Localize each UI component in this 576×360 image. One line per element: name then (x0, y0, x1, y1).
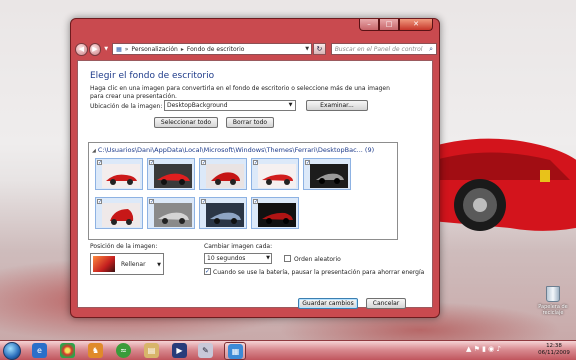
wallpaper-thumbnail[interactable]: ✓ (251, 197, 299, 229)
location-select[interactable]: DesktopBackground ▼ (164, 100, 296, 111)
change-interval-select[interactable]: 10 segundos ▼ (204, 253, 272, 264)
thumbnail-image (206, 203, 244, 227)
location-label: Ubicación de la imagen: (90, 103, 163, 110)
forward-button[interactable]: ▶ (88, 42, 102, 56)
spotify-icon[interactable]: ≈ (116, 343, 131, 358)
close-button[interactable]: ✕ (399, 19, 433, 31)
wallpaper-thumbnail[interactable]: ✓ (147, 197, 195, 229)
chevron-down-icon: ▼ (157, 262, 161, 268)
image-gallery: ◢ C:\Usuarios\Dani\AppData\Local\Microsof… (88, 142, 398, 240)
thumbnail-image (154, 164, 192, 188)
wallpaper-thumbnail[interactable]: ✓ (251, 158, 299, 190)
position-preview-icon (93, 256, 115, 272)
thumbnail-image (310, 164, 348, 188)
shuffle-checkbox[interactable] (284, 255, 291, 262)
search-icon[interactable]: ⌕ (429, 45, 433, 54)
breadcrumb-fondo[interactable]: Fondo de escritorio (187, 46, 245, 53)
thumbnail-image (258, 164, 296, 188)
page-description: Haga clic en una imagen para convertirla… (90, 85, 390, 100)
taskbar: e ♞ ≈ ▤ ▶ ✎ ▦ ▲ ⚑ ▮ ◉ ♪ 12:38 06/11/2009 (0, 340, 576, 360)
wallpaper-thumbnail[interactable]: ✓ (95, 158, 143, 190)
breadcrumb-personalizacion[interactable]: Personalización (131, 46, 177, 53)
content-pane: Elegir el fondo de escritorio Haga clic … (77, 60, 433, 309)
page-title: Elegir el fondo de escritorio (90, 71, 215, 81)
media-icon[interactable]: ▶ (172, 343, 187, 358)
wallpaper-thumbnail[interactable]: ✓ (95, 197, 143, 229)
thumbnail-image (258, 203, 296, 227)
change-interval-value: 10 segundos (207, 255, 246, 262)
title-bar[interactable]: – □ ✕ (71, 19, 439, 33)
notepad-icon[interactable]: ✎ (198, 343, 213, 358)
change-interval-label: Cambiar imagen cada: (204, 243, 273, 250)
ie-icon[interactable]: e (32, 343, 47, 358)
control-panel-window: – □ ✕ ◀ ▶ ▼ ▦ » Personalización ▸ Fondo … (70, 18, 440, 318)
breadcrumb-separator: » (124, 45, 129, 53)
clock-time: 12:38 (546, 343, 562, 349)
battery-label: Cuando se use la batería, pausar la pres… (213, 269, 425, 276)
start-button[interactable] (3, 342, 21, 360)
folder-path[interactable]: ◢ C:\Usuarios\Dani\AppData\Local\Microsof… (92, 146, 374, 154)
position-label: Posición de la imagen: (90, 243, 158, 250)
minimize-button[interactable]: – (359, 19, 379, 31)
clock-date: 06/11/2009 (538, 350, 570, 356)
recent-pages-dropdown[interactable]: ▼ (104, 46, 108, 52)
breadcrumb-separator: ▸ (180, 45, 184, 53)
recycle-bin[interactable]: Papelera de reciclaje (532, 286, 574, 326)
thumbnail-image (102, 164, 140, 188)
save-changes-button[interactable]: Guardar cambios (298, 298, 358, 309)
active-window-button[interactable]: ▦ (224, 342, 246, 360)
control-panel-icon: ▦ (116, 45, 122, 53)
chevron-down-icon[interactable]: ▼ (305, 46, 309, 52)
wallpaper-thumbnail[interactable]: ✓ (147, 158, 195, 190)
control-panel-taskbar-icon: ▦ (228, 344, 243, 359)
thumbnail-image (206, 164, 244, 188)
explorer-icon[interactable]: ▤ (144, 343, 159, 358)
firefox-icon[interactable] (60, 343, 75, 358)
clear-all-button[interactable]: Borrar todo (226, 117, 274, 128)
browse-button[interactable]: Examinar... (306, 100, 368, 111)
chevron-down-icon: ▼ (288, 102, 293, 108)
position-select[interactable]: Rellenar ▼ (90, 253, 164, 275)
recycle-bin-label: Papelera de reciclaje (538, 304, 568, 316)
games-icon[interactable]: ♞ (88, 343, 103, 358)
thumbnail-image (154, 203, 192, 227)
address-bar[interactable]: ▦ » Personalización ▸ Fondo de escritori… (112, 43, 313, 55)
wallpaper-thumbnail[interactable]: ✓ (199, 158, 247, 190)
back-button[interactable]: ◀ (75, 42, 88, 56)
select-all-button[interactable]: Seleccionar todo (154, 117, 218, 128)
system-tray[interactable]: ▲ ⚑ ▮ ◉ ♪ (466, 345, 501, 353)
battery-checkbox[interactable]: ✓ (204, 268, 211, 275)
search-placeholder: Buscar en el Panel de control (334, 45, 423, 53)
refresh-button[interactable]: ↻ (313, 43, 326, 55)
navigation-bar: ◀ ▶ ▼ ▦ » Personalización ▸ Fondo de esc… (75, 41, 437, 57)
recycle-bin-icon (546, 286, 560, 302)
search-input[interactable]: Buscar en el Panel de control ⌕ (330, 43, 437, 55)
chevron-down-icon: ▼ (266, 255, 270, 261)
wallpaper-thumbnail[interactable]: ✓ (303, 158, 351, 190)
thumbnail-image (102, 203, 140, 227)
maximize-button[interactable]: □ (379, 19, 399, 31)
window-controls: – □ ✕ (359, 19, 433, 31)
ferrari-wallpaper-car (420, 138, 576, 231)
position-value: Rellenar (121, 261, 146, 268)
collapse-triangle-icon[interactable]: ◢ (92, 148, 96, 154)
location-value: DesktopBackground (167, 102, 228, 109)
cancel-button[interactable]: Cancelar (366, 298, 406, 309)
wallpaper-thumbnail[interactable]: ✓ (199, 197, 247, 229)
clock[interactable]: 12:38 06/11/2009 (536, 343, 572, 357)
shuffle-label: Orden aleatorio (294, 256, 341, 263)
